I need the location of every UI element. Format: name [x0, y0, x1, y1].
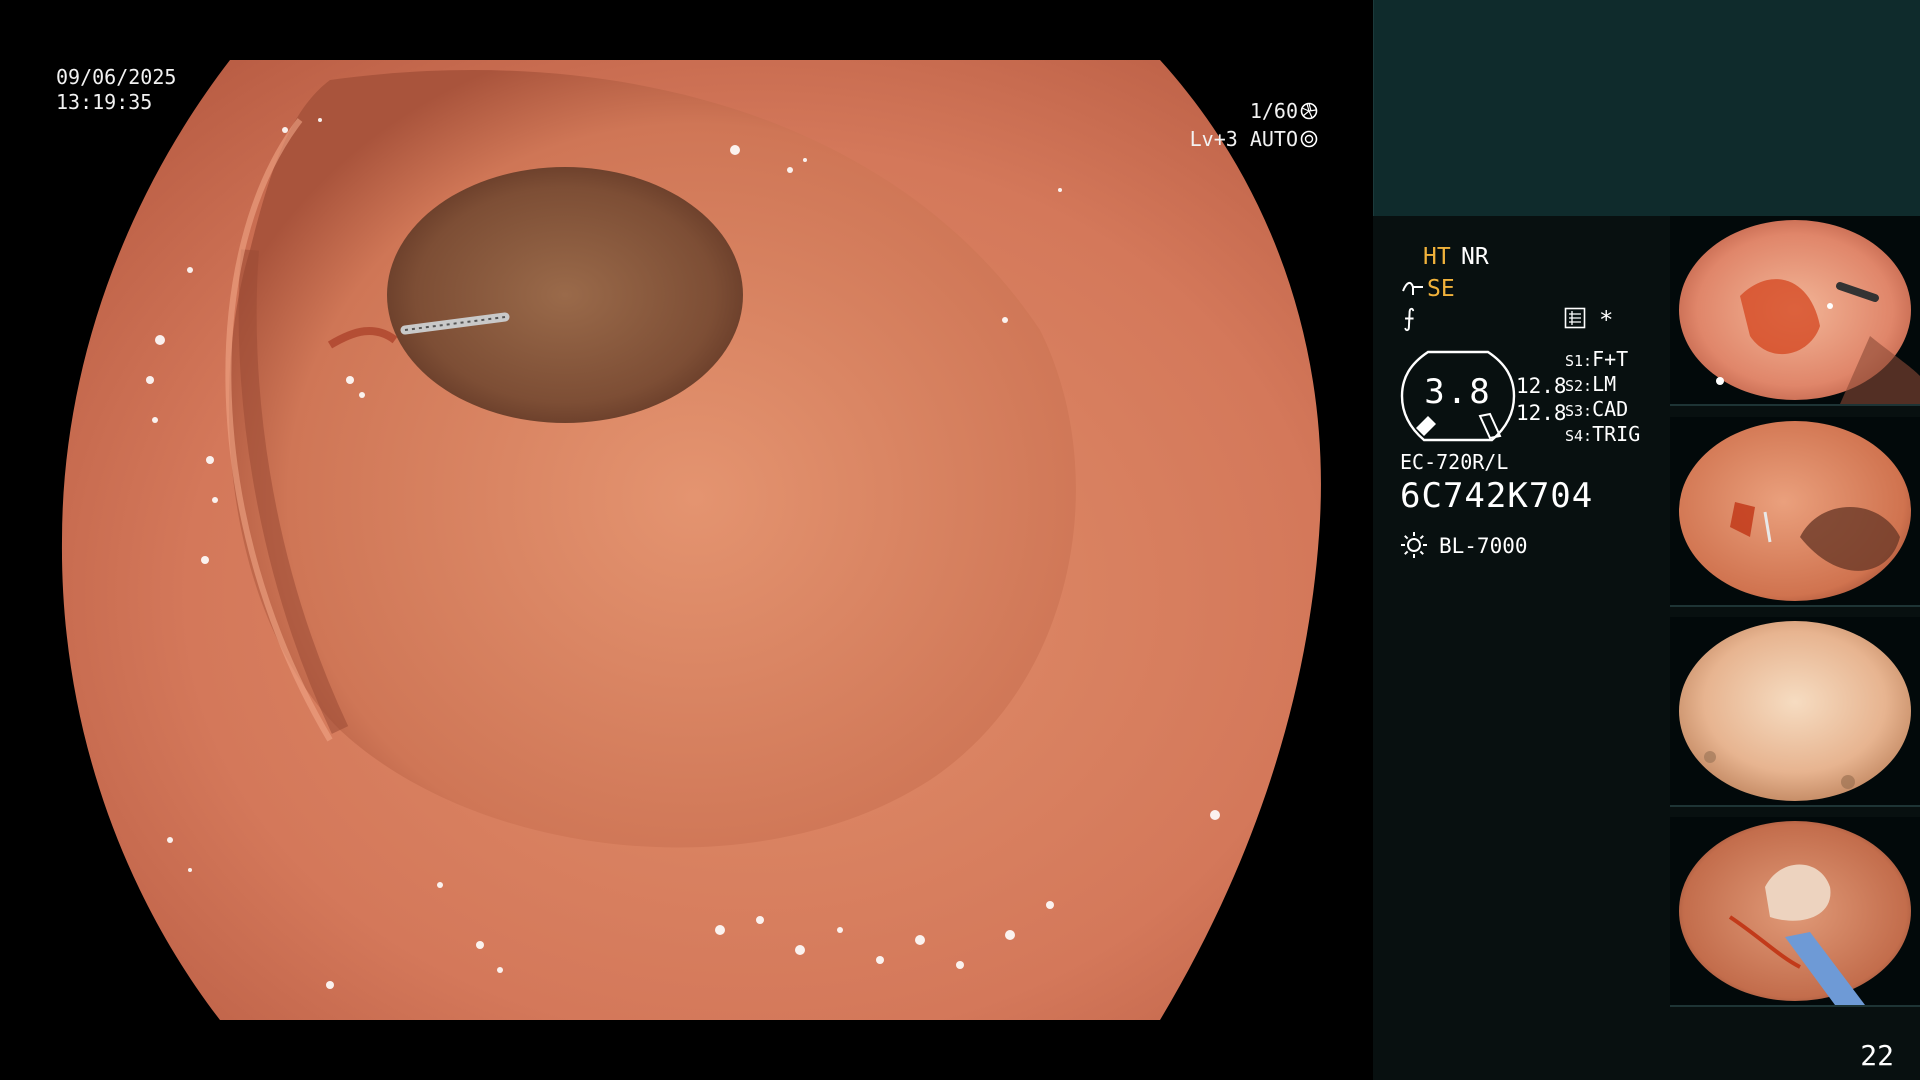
se-indicator: SE	[1427, 276, 1455, 302]
thumbnail-image	[1679, 821, 1911, 1005]
light-source-model: BL-7000	[1439, 534, 1528, 558]
light-source-icon	[1401, 532, 1427, 558]
shutter-readout: 1/60	[1250, 98, 1318, 124]
thumbnail-4[interactable]	[1670, 817, 1920, 1007]
shutter-icon	[1300, 102, 1318, 120]
thumbnail-3[interactable]	[1670, 617, 1920, 807]
page-number: 22	[1860, 1039, 1894, 1072]
panel-header-area	[1373, 0, 1920, 216]
endoscope-main-view: 09/06/2025 13:19:35 1/60 Lv+3 AUTO	[0, 0, 1373, 1080]
asterisk-indicator: *	[1599, 306, 1614, 334]
scope-model: EC-720R/L	[1400, 450, 1509, 474]
scope-serial: 6C742K704	[1400, 476, 1594, 516]
switch-key: S1:	[1565, 352, 1593, 370]
brightness-level: Lv+3 AUTO	[1190, 126, 1318, 152]
gauge-reading-2: 12.8	[1516, 401, 1567, 425]
ht-indicator: HT	[1423, 244, 1451, 270]
level-text: Lv+3 AUTO	[1189, 127, 1298, 151]
thumbnail-image	[1679, 621, 1911, 801]
switch-value: F+T	[1592, 347, 1629, 371]
switch-s1: S1:F+T	[1565, 347, 1628, 373]
shutter-speed: 1/60	[1249, 99, 1298, 123]
switch-value: CAD	[1592, 397, 1629, 421]
switch-s3: S3:CAD	[1565, 397, 1628, 423]
exam-date: 09/06/2025	[56, 65, 177, 89]
switch-key: S4:	[1565, 427, 1593, 445]
gauge-reading-1: 12.8	[1516, 374, 1567, 398]
gauge-value: 3.8	[1424, 372, 1492, 412]
grid-icon	[1564, 307, 1586, 329]
switch-s2: S2:LM	[1565, 372, 1616, 398]
thumbnail-2[interactable]	[1670, 417, 1920, 607]
switch-s4: S4:TRIG	[1565, 422, 1640, 448]
exam-time: 13:19:35	[56, 90, 153, 114]
switch-key: S3:	[1565, 402, 1593, 420]
switch-value: LM	[1592, 372, 1617, 396]
colon-lumen-image	[61, 60, 1321, 1020]
thumbnail-image	[1679, 421, 1911, 601]
nr-indicator: NR	[1461, 244, 1489, 270]
thumbnail-image	[1679, 220, 1920, 404]
thumbnail-1[interactable]	[1670, 216, 1920, 406]
switch-value: TRIG	[1592, 422, 1641, 446]
structure-enhance-icon	[1402, 281, 1423, 295]
function-icon: ⨍	[1403, 304, 1416, 332]
auto-iris-icon	[1300, 130, 1318, 148]
switch-key: S2:	[1565, 377, 1593, 395]
